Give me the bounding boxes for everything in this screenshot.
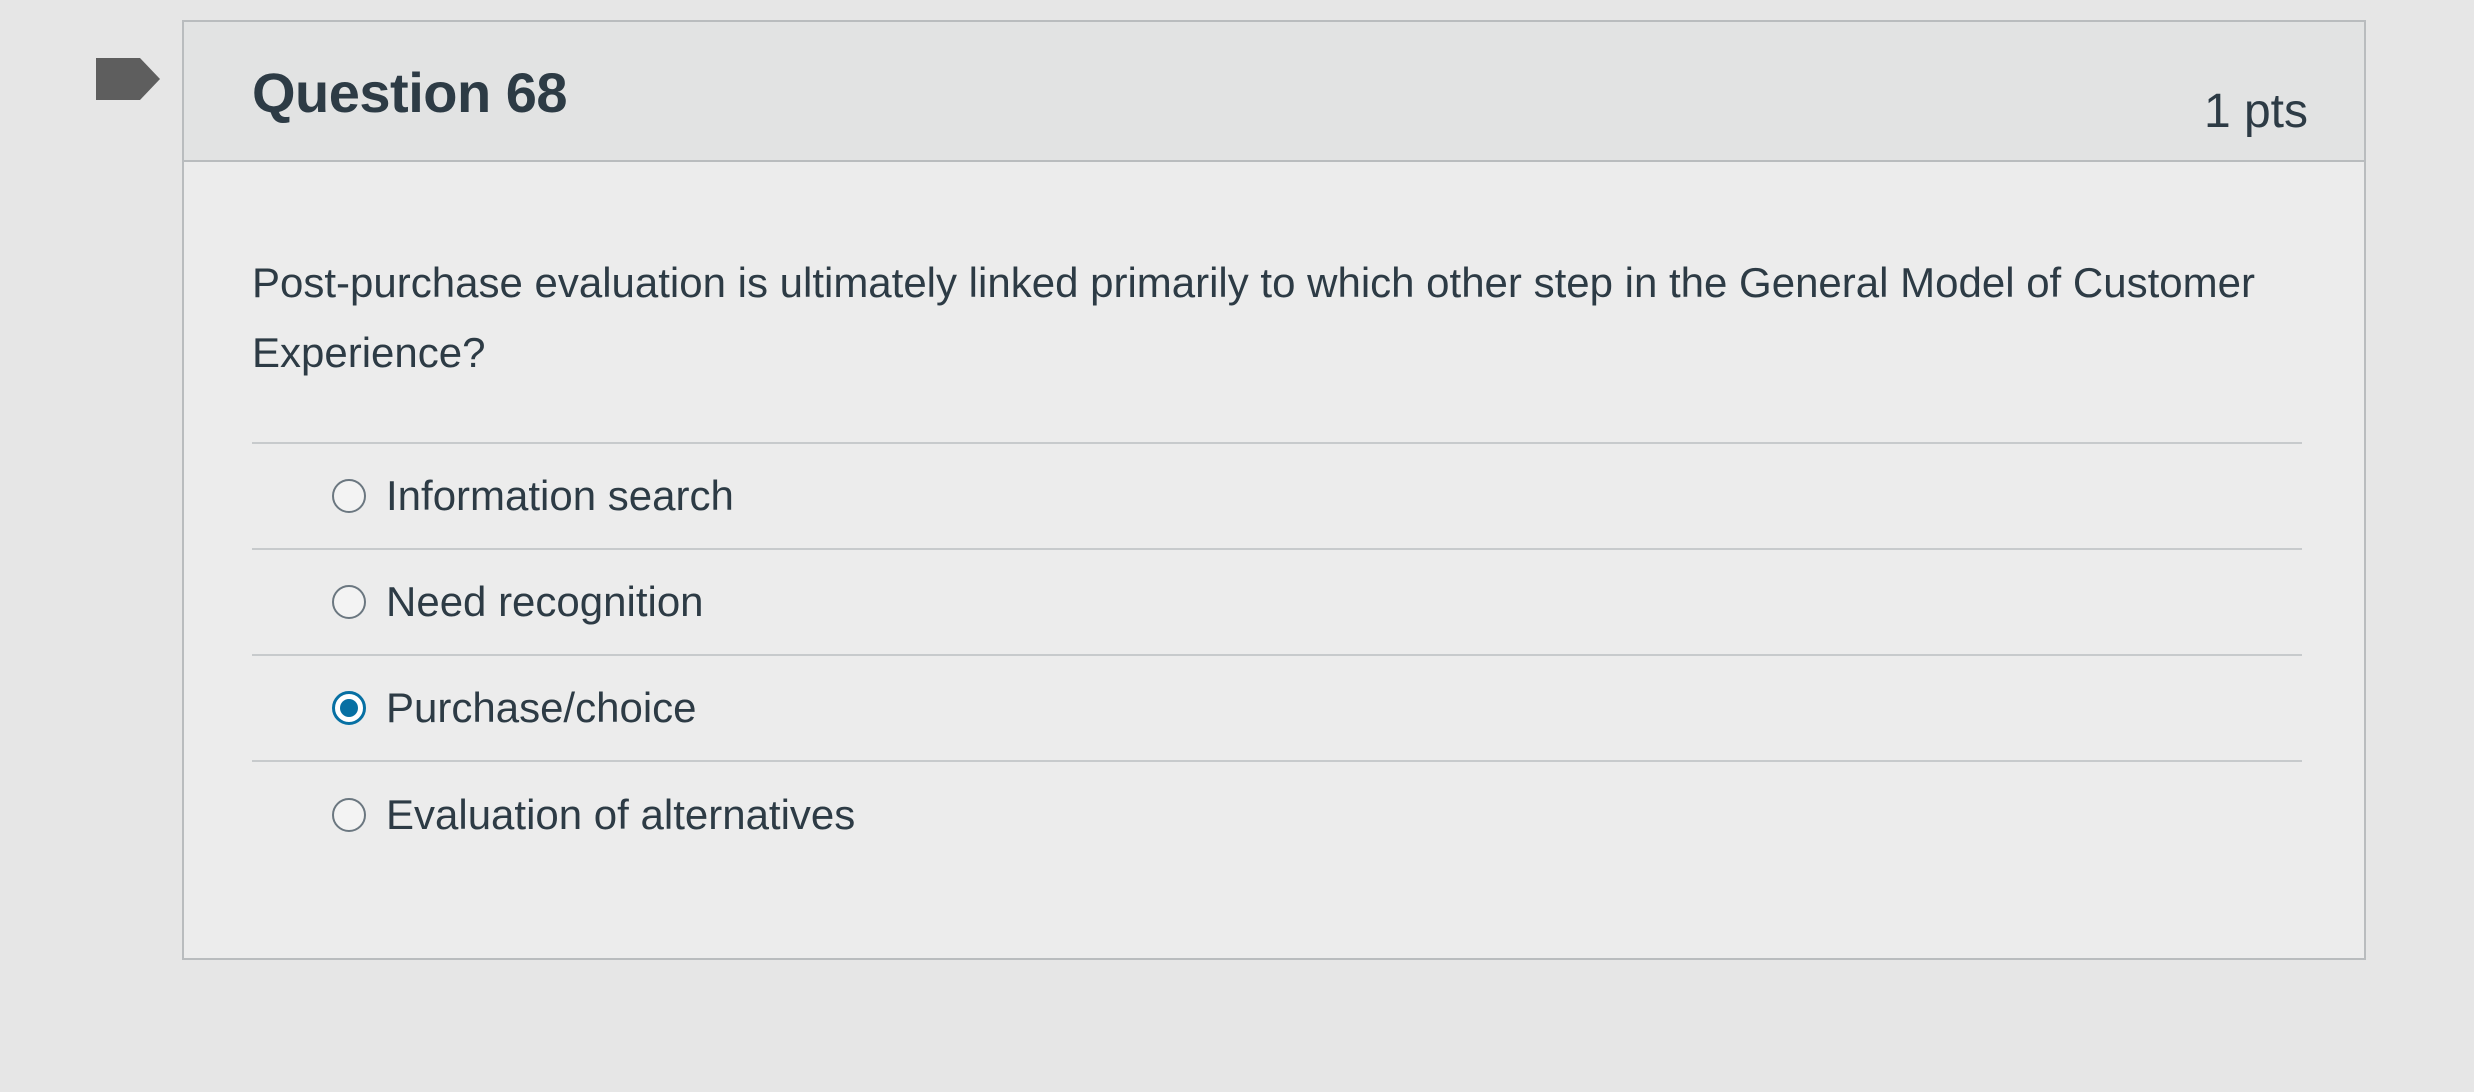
answer-label: Purchase/choice [386,684,697,731]
question-body: Post-purchase evaluation is ultimately l… [184,162,2364,868]
flag-marker-icon[interactable] [96,56,160,102]
answer-option-information-search[interactable]: Information search [252,444,2302,550]
answer-option-evaluation-of-alternatives[interactable]: Evaluation of alternatives [252,762,2302,868]
radio-button-unselected[interactable] [332,585,366,619]
answer-list: Information search Need recognition Purc… [252,442,2302,868]
radio-button-selected[interactable] [332,691,366,725]
answer-option-need-recognition[interactable]: Need recognition [252,550,2302,656]
question-header: Question 68 1 pts [184,22,2364,162]
answer-label: Information search [386,472,734,519]
question-text: Post-purchase evaluation is ultimately l… [252,259,2255,376]
question-card: Question 68 1 pts Post-purchase evaluati… [182,20,2366,960]
question-points: 1 pts [2203,85,2308,138]
question-title: Question 68 [252,61,568,124]
answer-label: Evaluation of alternatives [386,791,856,838]
radio-button-unselected[interactable] [332,479,366,513]
answer-label: Need recognition [386,578,704,625]
answer-option-purchase-choice[interactable]: Purchase/choice [252,656,2302,762]
radio-button-unselected[interactable] [332,798,366,832]
